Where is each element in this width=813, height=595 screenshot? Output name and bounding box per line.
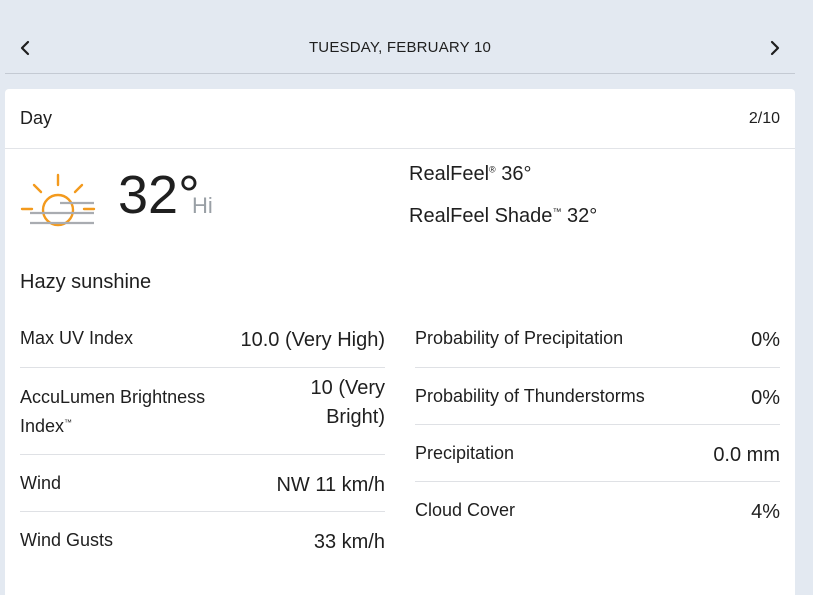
detail-label: Max UV Index [20, 328, 134, 348]
trademark: ™ [64, 418, 73, 427]
realfeel-shade: RealFeel Shade™ 32° [409, 205, 597, 228]
realfeel-value: 36° [501, 163, 532, 185]
detail-row-precipitation: Precipitation 0.0 mm [415, 425, 780, 482]
realfeel: RealFeel® 36° [409, 163, 532, 186]
detail-value: 10.0 (Very High) [240, 329, 385, 351]
detail-row-thunderstorm-probability: Probability of Thunderstorms 0% [415, 368, 780, 425]
detail-value: 0% [751, 329, 780, 351]
realfeel-shade-value: 32° [567, 205, 598, 227]
detail-row-cloud-cover: Cloud Cover 4% [415, 482, 780, 539]
detail-label: Probability of Thunderstorms [415, 386, 645, 406]
chevron-right-icon [770, 40, 780, 56]
realfeel-shade-label: RealFeel Shade [409, 205, 553, 227]
registered-mark: ® [489, 164, 496, 175]
detail-value: NW 11 km/h [276, 474, 385, 496]
date-label: TUESDAY, FEBRUARY 10 [308, 39, 492, 56]
day-forecast-card: Day 2/10 32° Hi RealFeel® 36° RealFeel S… [5, 89, 795, 595]
temperature: 32° [118, 165, 200, 225]
detail-row-max-uv: Max UV Index 10.0 (Very High) [20, 311, 385, 368]
card-date: 2/10 [748, 109, 780, 127]
next-day-button[interactable] [763, 36, 787, 60]
detail-row-wind: Wind NW 11 km/h [20, 455, 385, 512]
detail-value: 10 (Very Bright) [310, 377, 385, 428]
trademark: ™ [552, 206, 562, 217]
detail-value: 4% [751, 501, 780, 523]
hazy-sunshine-icon [20, 173, 96, 227]
detail-value: 0% [751, 387, 780, 409]
detail-label: AccuLumen Brightness Index [20, 387, 206, 436]
detail-label: Wind [20, 473, 62, 493]
detail-row-wind-gusts: Wind Gusts 33 km/h [20, 512, 385, 569]
date-navigation: TUESDAY, FEBRUARY 10 [5, 0, 795, 74]
weather-phrase: Hazy sunshine [20, 271, 152, 293]
details-left-column: Max UV Index 10.0 (Very High) AccuLumen … [20, 311, 385, 569]
detail-row-acculumen: AccuLumen Brightness Index™ 10 (Very Bri… [20, 368, 385, 455]
detail-label: Wind Gusts [20, 530, 114, 550]
detail-row-precip-probability: Probability of Precipitation 0% [415, 311, 780, 368]
detail-value: 0.0 mm [713, 444, 780, 466]
card-title: Day [20, 108, 53, 128]
detail-value: 33 km/h [313, 531, 385, 553]
detail-label: Precipitation [415, 443, 515, 463]
card-header: Day 2/10 [5, 89, 795, 149]
detail-label: Cloud Cover [415, 500, 516, 520]
details-right-column: Probability of Precipitation 0% Probabil… [415, 311, 780, 539]
detail-label: Probability of Precipitation [415, 328, 624, 348]
detail-label-wrap: AccuLumen Brightness Index™ [20, 384, 230, 439]
current-conditions: 32° [5, 149, 795, 259]
temperature-hi-label: Hi [192, 193, 213, 218]
realfeel-label: RealFeel [409, 163, 490, 185]
